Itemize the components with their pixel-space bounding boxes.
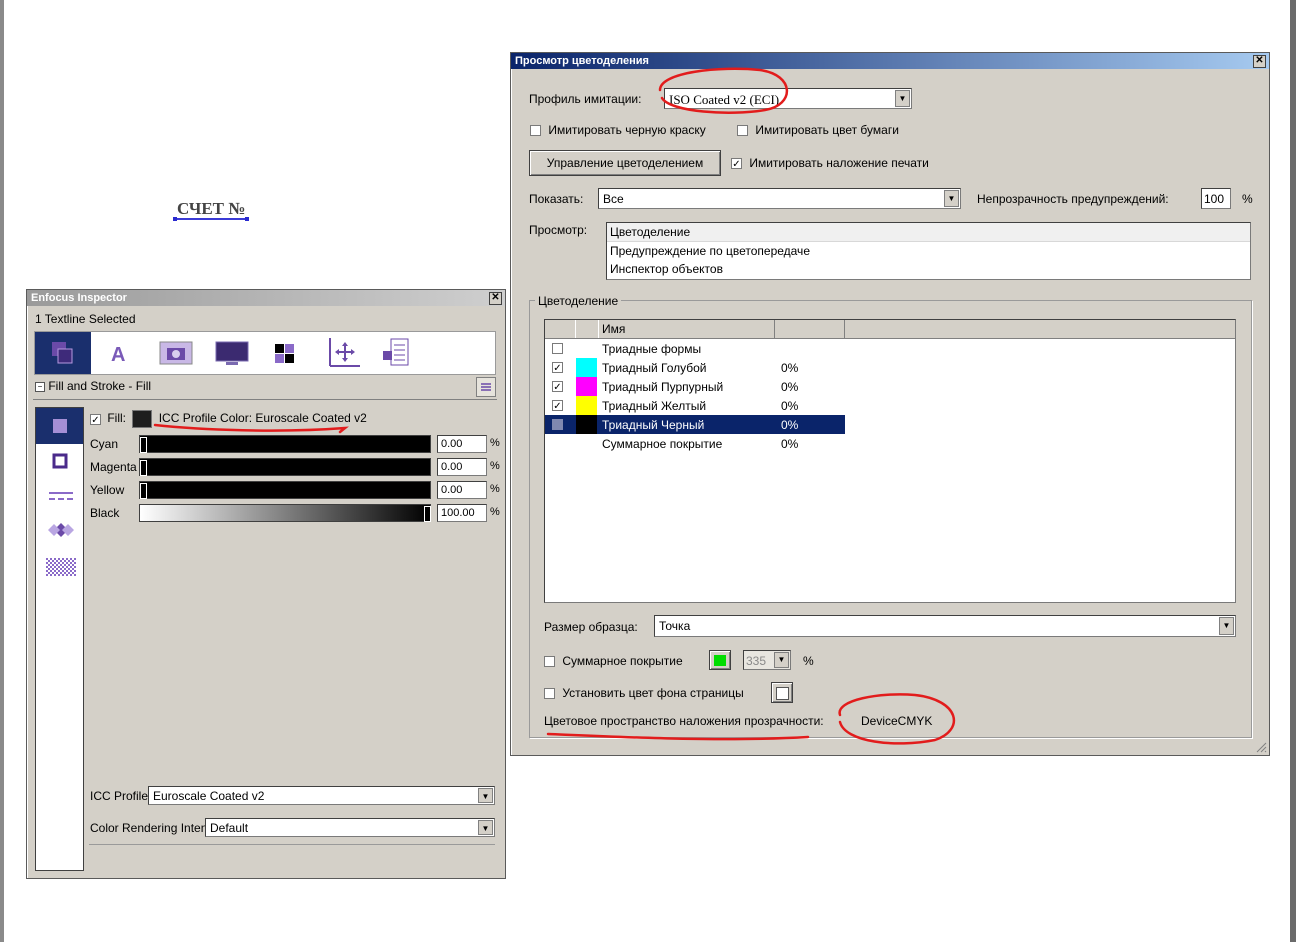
red-underline-icc — [153, 423, 349, 434]
red-annotations — [153, 67, 955, 745]
red-ellipse-profile — [658, 67, 789, 114]
red-underline-blend — [546, 732, 810, 741]
red-ellipse-devicecmyk — [838, 693, 955, 745]
